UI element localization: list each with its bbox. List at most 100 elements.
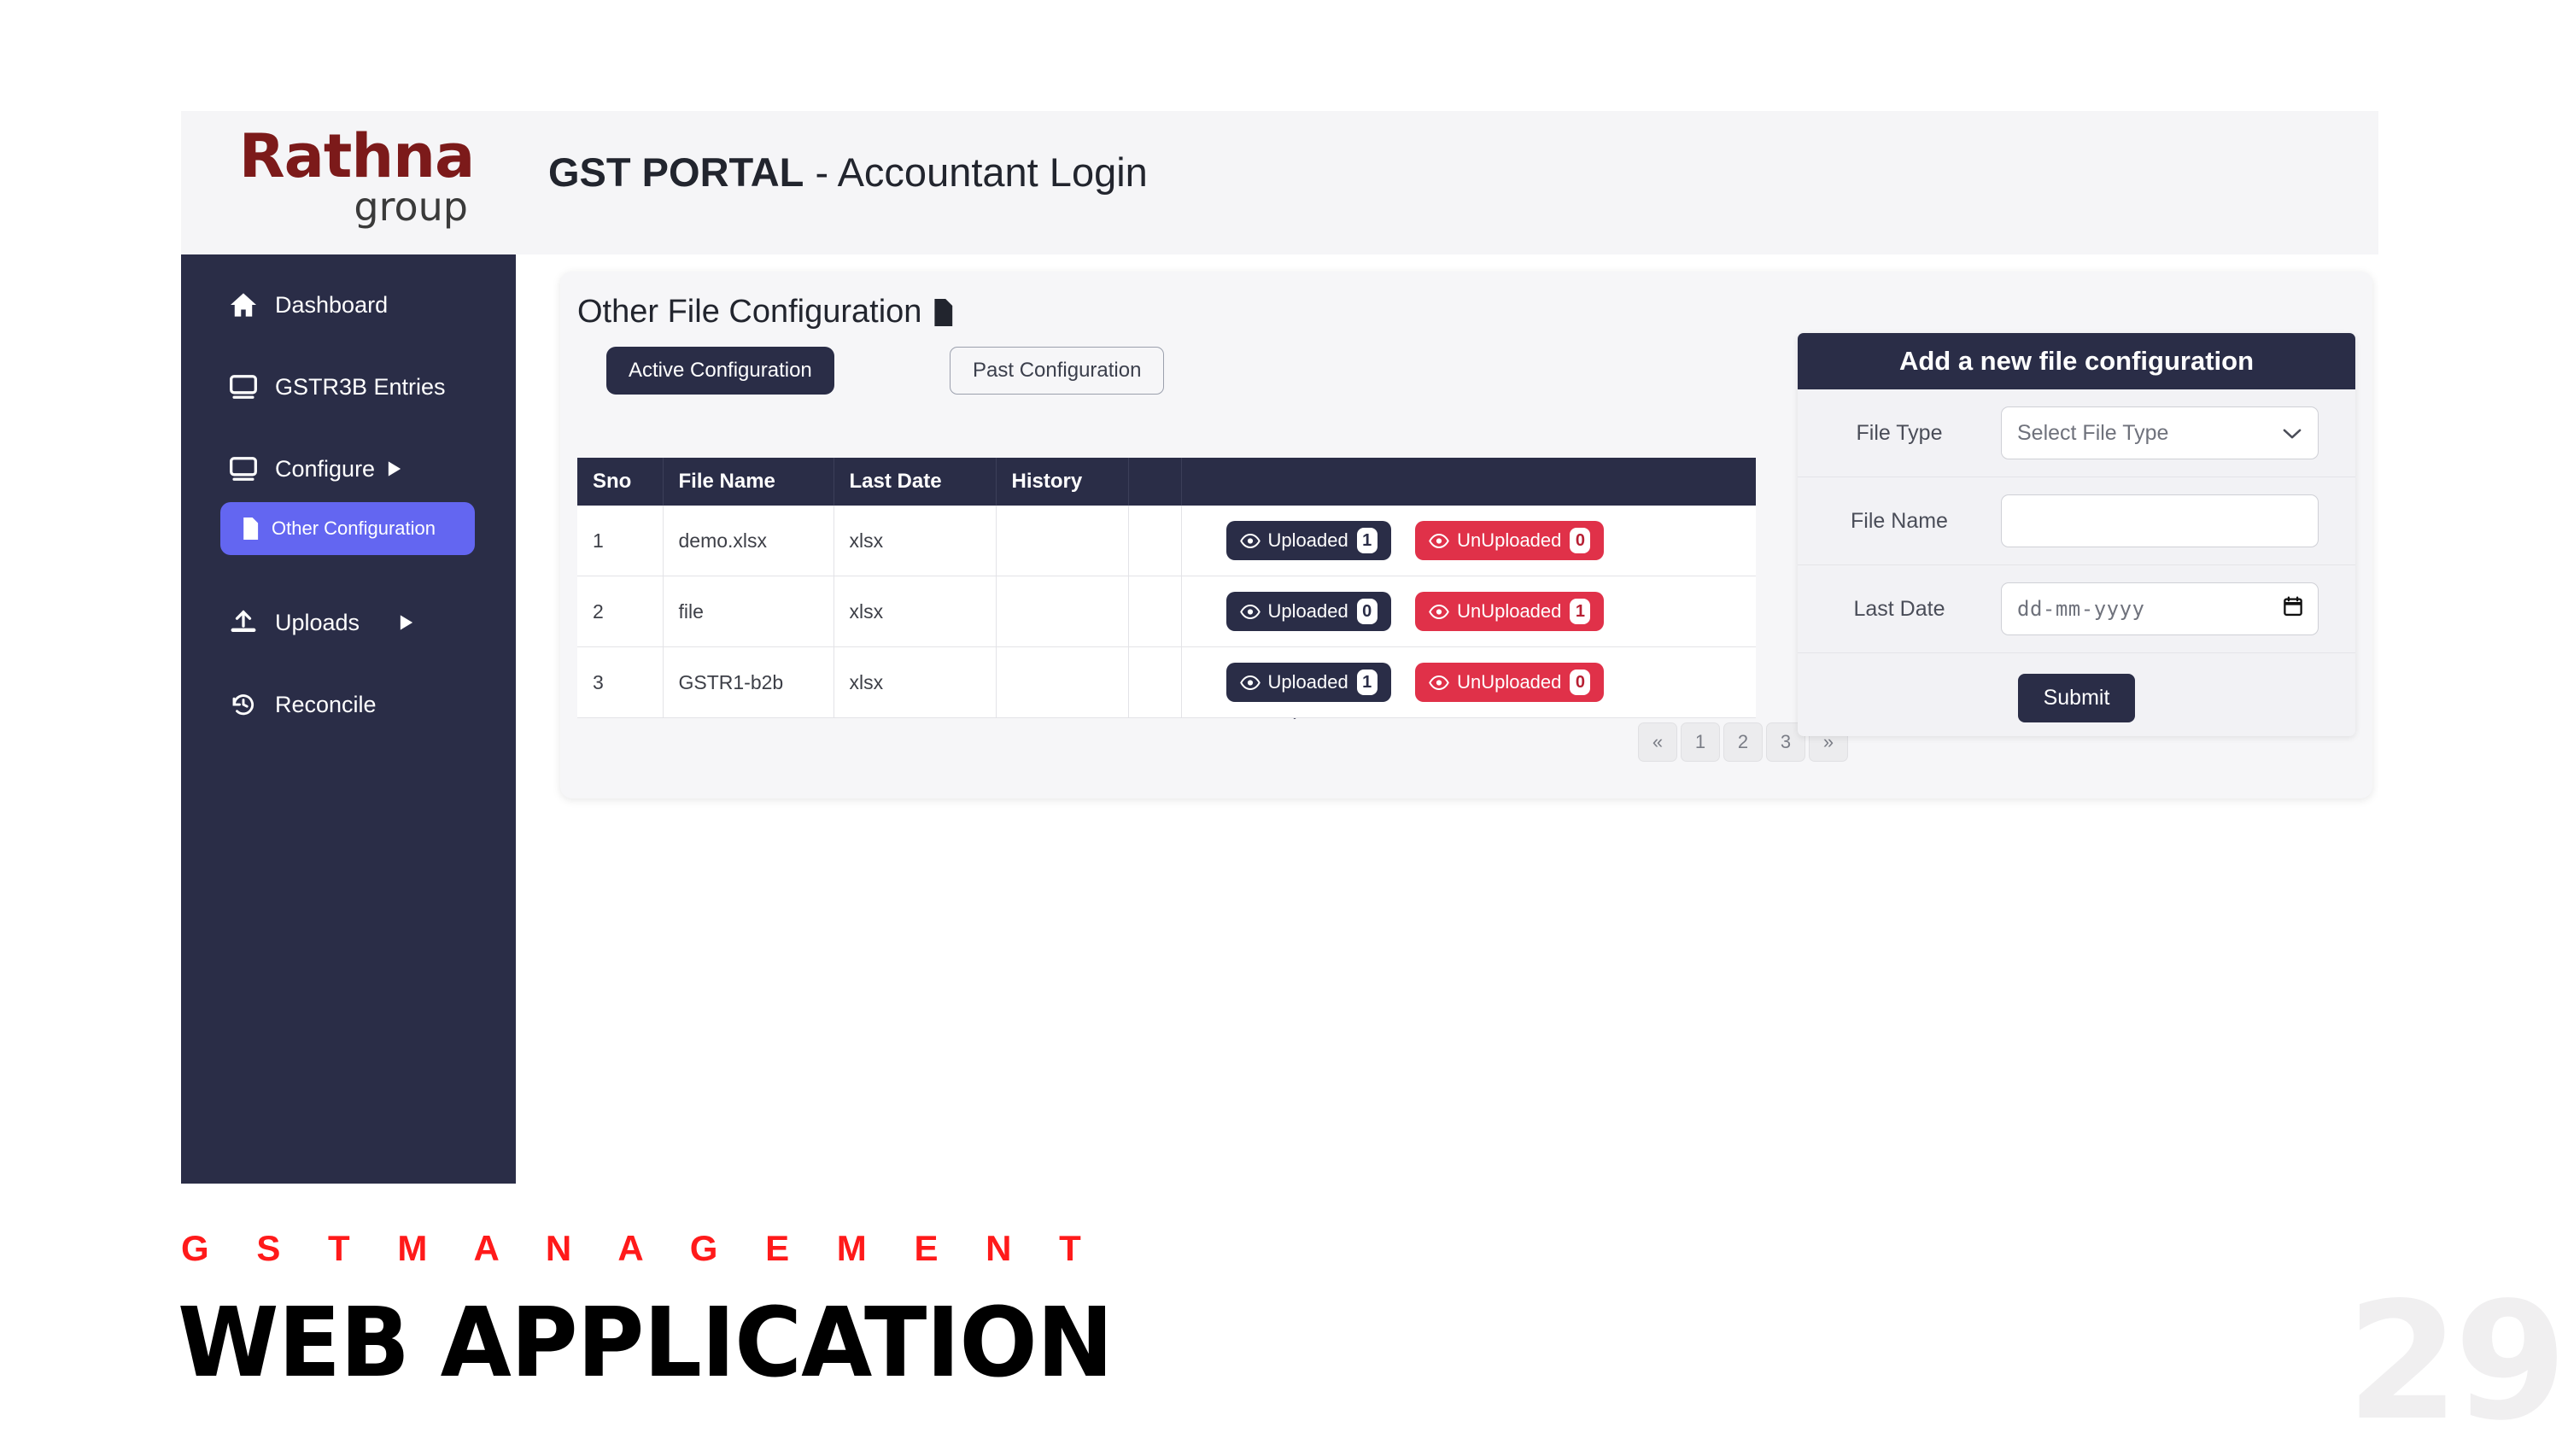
cell-last-date: xlsx bbox=[834, 506, 997, 576]
chevron-down-icon bbox=[2282, 421, 2302, 446]
unuploaded-button[interactable]: UnUploaded 0 bbox=[1415, 521, 1605, 560]
brand-logo: Rathna group bbox=[192, 121, 521, 230]
logo-subtext: group bbox=[354, 183, 468, 230]
chevron-right-icon bbox=[399, 614, 414, 631]
unuploaded-count: 0 bbox=[1570, 528, 1591, 553]
monitor-icon bbox=[227, 372, 260, 401]
form-row-file-name: File Name bbox=[1798, 477, 2355, 565]
card-title: Other File Configuration bbox=[577, 294, 954, 330]
history-icon bbox=[227, 690, 260, 719]
form-row-last-date: Last Date dd-mm-yyyy bbox=[1798, 565, 2355, 653]
eye-icon bbox=[1239, 604, 1261, 619]
unuploaded-button[interactable]: UnUploaded 0 bbox=[1415, 663, 1605, 702]
uploaded-button[interactable]: Uploaded 0 bbox=[1225, 592, 1391, 631]
eye-icon bbox=[1239, 675, 1261, 690]
uploaded-button[interactable]: Uploaded 1 bbox=[1225, 521, 1391, 560]
uploaded-count: 0 bbox=[1356, 599, 1378, 624]
unuploaded-label: UnUploaded bbox=[1457, 529, 1562, 551]
submit-button[interactable]: Submit bbox=[2017, 673, 2136, 722]
page-title-rest: - Accountant Login bbox=[804, 149, 1148, 195]
file-type-label: File Type bbox=[1856, 420, 1943, 445]
column-header-file-name: File Name bbox=[663, 458, 834, 506]
table-header-row: Sno File Name Last Date History bbox=[577, 458, 1756, 506]
column-header-last-date: Last Date bbox=[834, 458, 997, 506]
table-body: 1 demo.xlsx xlsx Uploaded 1 UnUploaded 0… bbox=[577, 506, 1756, 718]
uploaded-count: 1 bbox=[1356, 528, 1378, 553]
pagination-page-1[interactable]: 1 bbox=[1681, 722, 1720, 762]
unuploaded-label: UnUploaded bbox=[1457, 671, 1562, 693]
logo-wordmark: Rathna bbox=[238, 121, 476, 191]
cell-history bbox=[996, 576, 1129, 647]
eye-icon bbox=[1429, 675, 1449, 690]
cell-file-name: GSTR1-b2b bbox=[663, 646, 834, 718]
sidebar-item-other-configuration[interactable]: Other Configuration bbox=[220, 502, 475, 555]
column-header-history: History bbox=[996, 458, 1129, 506]
chevron-right-icon bbox=[387, 460, 402, 477]
last-date-placeholder: dd-mm-yyyy bbox=[2017, 597, 2145, 621]
unuploaded-count: 1 bbox=[1570, 599, 1591, 624]
sidebar-subitem-label: Other Configuration bbox=[272, 517, 436, 539]
form-panel-title: Add a new file configuration bbox=[1798, 333, 2355, 389]
add-file-configuration-panel: Add a new file configuration File Type S… bbox=[1798, 333, 2355, 736]
unuploaded-count: 0 bbox=[1570, 670, 1591, 695]
cell-sno: 2 bbox=[577, 576, 664, 647]
table-row: 3 GSTR1-b2b xlsx Uploaded 1 UnUploaded 0 bbox=[577, 646, 1756, 718]
file-name-label: File Name bbox=[1851, 508, 1948, 533]
monitor-icon bbox=[227, 454, 260, 483]
unuploaded-button[interactable]: UnUploaded 1 bbox=[1415, 592, 1605, 631]
file-name-input[interactable] bbox=[2001, 494, 2319, 547]
cell-spacer bbox=[1128, 576, 1182, 647]
cell-spacer bbox=[1128, 506, 1182, 576]
cell-actions: Uploaded 1 UnUploaded 0 bbox=[1181, 506, 1756, 576]
sidebar-item-reconcile[interactable]: Reconcile bbox=[181, 673, 516, 736]
calendar-icon[interactable] bbox=[2284, 596, 2302, 623]
column-header-spacer bbox=[1128, 458, 1182, 506]
uploaded-label: Uploaded bbox=[1267, 671, 1348, 693]
last-date-label: Last Date bbox=[1853, 596, 1945, 621]
pagination-prev[interactable]: « bbox=[1638, 722, 1677, 762]
pagination-page-2[interactable]: 2 bbox=[1723, 722, 1763, 762]
column-header-sno: Sno bbox=[577, 458, 664, 506]
last-date-input[interactable]: dd-mm-yyyy bbox=[2001, 582, 2319, 635]
app-header: Rathna group GST PORTAL - Accountant Log… bbox=[181, 111, 2378, 255]
cell-sno: 3 bbox=[577, 646, 664, 718]
slide-headline: WEB APPLICATION bbox=[178, 1288, 1114, 1399]
page-title: GST PORTAL - Accountant Login bbox=[548, 149, 1148, 196]
table-head: Sno File Name Last Date History bbox=[577, 458, 1756, 506]
sidebar-item-label: Dashboard bbox=[275, 291, 389, 318]
file-type-select[interactable]: Select File Type bbox=[2001, 406, 2319, 459]
form-row-file-type: File Type Select File Type bbox=[1798, 389, 2355, 477]
uploaded-button[interactable]: Uploaded 1 bbox=[1225, 663, 1391, 702]
cell-history bbox=[996, 646, 1129, 718]
sidebar-item-label: GSTR3B Entries bbox=[275, 373, 446, 400]
other-file-configuration-card: Other File Configuration Active Configur… bbox=[560, 272, 2372, 798]
sidebar-item-label: Configure bbox=[275, 455, 376, 482]
configuration-table: Sno File Name Last Date History 1 demo.x… bbox=[577, 458, 1756, 718]
sidebar-item-uploads[interactable]: Uploads bbox=[181, 591, 516, 654]
table-row: 1 demo.xlsx xlsx Uploaded 1 UnUploaded 0 bbox=[577, 506, 1756, 576]
sidebar-item-gstr3b-entries[interactable]: GSTR3B Entries bbox=[181, 355, 516, 418]
cell-spacer bbox=[1128, 646, 1182, 718]
card-title-text: Other File Configuration bbox=[577, 294, 922, 330]
sidebar: Dashboard GSTR3B Entries Configure Other… bbox=[181, 254, 516, 1184]
tab-past-configuration[interactable]: Past Configuration bbox=[950, 347, 1165, 395]
sidebar-item-configure[interactable]: Configure bbox=[181, 437, 516, 500]
sidebar-item-label: Uploads bbox=[275, 609, 360, 635]
sidebar-item-dashboard[interactable]: Dashboard bbox=[181, 273, 516, 336]
table-row: 2 file xlsx Uploaded 0 UnUploaded 1 bbox=[577, 576, 1756, 647]
page-title-bold: GST PORTAL bbox=[548, 149, 804, 195]
uploaded-count: 1 bbox=[1356, 670, 1378, 695]
sidebar-item-label: Reconcile bbox=[275, 691, 377, 717]
eye-icon bbox=[1429, 604, 1449, 619]
upload-icon bbox=[227, 608, 260, 637]
unuploaded-label: UnUploaded bbox=[1457, 600, 1562, 622]
cell-file-name: file bbox=[663, 576, 834, 647]
file-type-value: Select File Type bbox=[2017, 420, 2169, 445]
file-icon bbox=[239, 517, 261, 541]
tab-active-configuration[interactable]: Active Configuration bbox=[606, 347, 834, 395]
slide-page-number: 29 bbox=[2346, 1267, 2562, 1456]
cell-last-date: xlsx bbox=[834, 646, 997, 718]
column-header-actions bbox=[1181, 458, 1756, 506]
slide-kicker: G S T M A N A G E M E N T bbox=[181, 1228, 1100, 1268]
configuration-table-wrapper: Sno File Name Last Date History 1 demo.x… bbox=[577, 458, 1756, 718]
